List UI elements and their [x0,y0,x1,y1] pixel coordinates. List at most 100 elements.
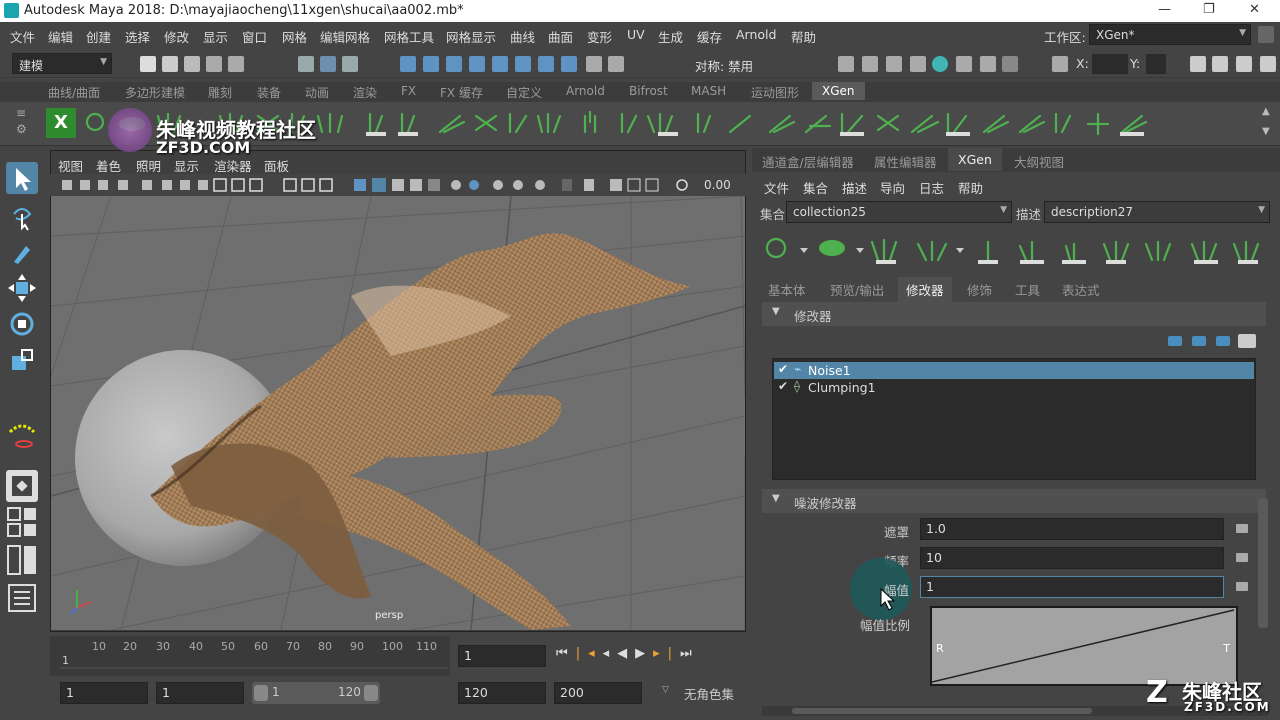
menu-mesh-tools[interactable]: 网格工具 [384,27,434,46]
step-forward-key-icon[interactable]: ▸| [653,646,680,661]
xgen-menu-guides[interactable]: 导向 [880,178,905,197]
shelf-tab[interactable]: 自定义 [506,84,542,101]
subtab-primitives[interactable]: 基本体 [768,280,806,299]
tab-xgen[interactable]: XGen [948,148,1002,171]
viewport-toolbar-icons[interactable] [58,174,698,196]
shelf-tab[interactable]: 雕刻 [208,84,232,101]
move-up-icon[interactable] [1168,336,1182,346]
scene-start-field[interactable]: 1 [60,682,148,704]
snap-surface-icon[interactable] [492,56,508,72]
select-object-icon[interactable] [320,56,336,72]
open-scene-icon[interactable] [162,56,178,72]
pause-icon[interactable] [1002,56,1018,72]
range-slider-handle-right[interactable] [364,685,378,701]
workspace-dropdown[interactable]: XGen* ▼ [1089,24,1251,45]
menu-mesh[interactable]: 网格 [282,27,307,46]
xgen-menu-file[interactable]: 文件 [764,178,789,197]
menu-cache[interactable]: 缓存 [697,27,722,46]
render-settings-icon[interactable] [910,56,926,72]
folder-icon[interactable] [1238,334,1256,348]
snap-live-icon[interactable] [515,56,531,72]
lock-icon[interactable] [586,56,602,72]
transform-mode-icon[interactable] [1052,56,1068,72]
shelf-settings-icon[interactable]: ⚙ [16,122,27,136]
checkmark-icon[interactable]: ✔ [778,362,788,376]
menu-help[interactable]: 帮助 [791,27,816,46]
vp-menu-panels[interactable]: 面板 [264,156,289,175]
vp-menu-view[interactable]: 视图 [58,156,83,175]
modeling-toolkit-icon[interactable] [1190,56,1206,72]
select-hierarchy-icon[interactable] [298,56,314,72]
go-to-end-icon[interactable]: ⏭ [680,646,700,661]
snap-grid-icon[interactable] [400,56,416,72]
menu-edit-mesh[interactable]: 编辑网格 [320,27,370,46]
menu-select[interactable]: 选择 [125,27,150,46]
snap-midpoint-icon[interactable] [561,56,577,72]
menu-file[interactable]: 文件 [10,27,35,46]
noise-section-header[interactable]: ▼ 噪波修改器 [762,489,1266,513]
vp-menu-lighting[interactable]: 照明 [136,156,161,175]
symmetry-label[interactable]: 对称: 禁用 [695,56,753,75]
time-slider[interactable]: 1 10 20 30 40 50 60 70 80 90 100 110 [50,636,450,676]
outliner-layout-icon[interactable] [6,582,38,614]
subtab-preview-output[interactable]: 预览/输出 [830,280,884,299]
rotate-tool-icon[interactable] [6,308,38,340]
go-to-start-icon[interactable]: ⏮ [556,646,576,661]
expression-editor-icon[interactable] [1236,524,1248,533]
expression-editor-icon[interactable] [1236,553,1248,562]
subtab-expressions[interactable]: 表达式 [1062,280,1100,299]
ipr-render-icon[interactable] [886,56,902,72]
description-dropdown[interactable]: description27 ▼ [1044,201,1270,223]
xgen-tool-icons[interactable] [756,230,1276,270]
arnold-render-icon[interactable] [956,56,972,72]
xgen-menu-help[interactable]: 帮助 [958,178,983,197]
select-tool-icon[interactable] [6,162,38,194]
vp-menu-renderer[interactable]: 渲染器 [214,156,252,175]
menu-deform[interactable]: 变形 [587,27,612,46]
xgen-menu-log[interactable]: 日志 [919,178,944,197]
xgen-editor-icon[interactable]: X [46,108,76,138]
select-component-icon[interactable] [342,56,358,72]
magnitude-field[interactable]: 1 [920,576,1224,598]
tab-channel-box[interactable]: 通道盒/层编辑器 [762,152,854,171]
modifier-row[interactable]: ✔ ⟠ Clumping1 [774,379,1254,396]
tab-outliner[interactable]: 大纲视图 [1014,152,1064,171]
subtab-grooming[interactable]: 修饰 [967,280,992,299]
shelf-tab[interactable]: 渲染 [353,84,377,101]
collection-dropdown[interactable]: collection25 ▼ [786,201,1012,223]
shelf-menu-icon[interactable]: ≡ [16,106,26,120]
shelf-tab[interactable]: MASH [691,84,726,98]
minimize-button[interactable]: — [1158,2,1171,17]
menu-curves[interactable]: 曲线 [510,27,535,46]
add-modifier-icon[interactable] [1216,336,1230,346]
attribute-editor-icon[interactable] [1212,56,1228,72]
step-back-key-icon[interactable]: |◂ [576,646,603,661]
expression-editor-icon[interactable] [1236,582,1248,591]
shelf-tab[interactable]: Bifrost [629,84,668,98]
four-view-layout-icon[interactable] [6,506,38,538]
xgen-menu-description[interactable]: 描述 [842,178,867,197]
menu-generate[interactable]: 生成 [658,27,683,46]
shelf-tab[interactable]: 多边形建模 [125,84,185,101]
channel-box-icon[interactable] [1260,56,1276,72]
pivot-icon[interactable] [608,56,624,72]
menu-edit[interactable]: 编辑 [48,27,73,46]
menu-create[interactable]: 创建 [86,27,111,46]
snap-curve-icon[interactable] [423,56,439,72]
magnitude-scale-ramp[interactable]: R T [930,606,1238,686]
playback-end-field[interactable]: 120 [458,682,546,704]
shelf-tab[interactable]: 动画 [305,84,329,101]
undo-icon[interactable] [206,56,222,72]
paint-select-icon[interactable] [6,236,38,268]
scale-tool-icon[interactable] [6,344,38,376]
render-view-icon[interactable] [838,56,854,72]
lock-workspace-icon[interactable] [1258,26,1274,43]
subtab-modifiers[interactable]: 修改器 [898,277,952,302]
vp-menu-shading[interactable]: 着色 [96,156,121,175]
snap-point-icon[interactable] [446,56,462,72]
menu-surfaces[interactable]: 曲面 [548,27,573,46]
range-slider-handle-left[interactable] [254,685,268,701]
3d-scene[interactable]: persp 朱峰视频教程社区 [51,196,745,630]
range-slider[interactable]: 1 120 [252,682,380,704]
shelf-tab[interactable]: 装备 [257,84,281,101]
